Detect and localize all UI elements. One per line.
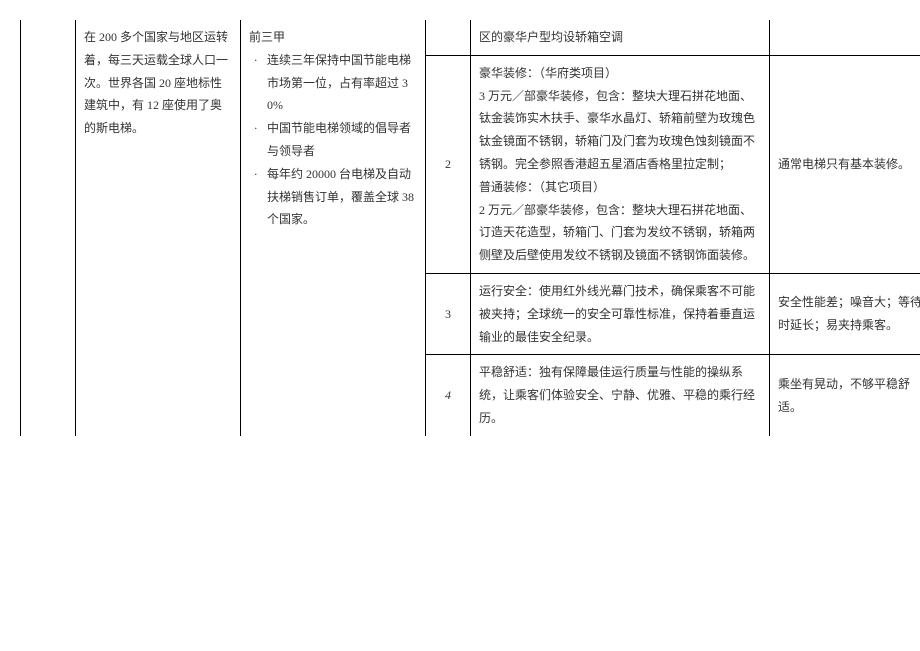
- cell-note: 安全性能差；噪音大；等待时延长；易夹持乘客。: [770, 273, 920, 354]
- bullets-intro: 前三甲: [249, 30, 285, 44]
- cell-num: [426, 20, 471, 55]
- cell-feature: 豪华装修：（华府类项目）3 万元／部豪华装修，包含：整块大理石拼花地面、钛金装饰…: [471, 55, 770, 273]
- bullet-item: 连续三年保持中国节能电梯市场第一位，占有率超过 30%: [249, 49, 417, 117]
- bullet-item: 每年约 20000 台电梯及自动扶梯销售订单，覆盖全球 38 个国家。: [249, 163, 417, 231]
- cell-note: 通常电梯只有基本装修。: [770, 55, 920, 273]
- cell-note: [770, 20, 920, 55]
- cell-num: 2: [426, 55, 471, 273]
- cell-feature: 区的豪华户型均设轿箱空调: [471, 20, 770, 55]
- cell-note: 乘坐有晃动，不够平稳舒适。: [770, 355, 920, 436]
- table-row: 在 200 多个国家与地区运转着，每三天运载全球人口一次。世界各国 20 座地标…: [21, 20, 920, 55]
- document-page: 在 200 多个国家与地区运转着，每三天运载全球人口一次。世界各国 20 座地标…: [20, 20, 900, 436]
- cell-left-desc: 在 200 多个国家与地区运转着，每三天运载全球人口一次。世界各国 20 座地标…: [76, 20, 241, 436]
- cell-feature: 运行安全：使用红外线光幕门技术，确保乘客不可能被夹持；全球统一的安全可靠性标准，…: [471, 273, 770, 354]
- cell-feature: 平稳舒适：独有保障最佳运行质量与性能的操纵系统，让乘客们体验安全、宁静、优雅、平…: [471, 355, 770, 436]
- cell-left-bullets: 前三甲 连续三年保持中国节能电梯市场第一位，占有率超过 30% 中国节能电梯领域…: [241, 20, 426, 436]
- main-table: 在 200 多个国家与地区运转着，每三天运载全球人口一次。世界各国 20 座地标…: [20, 20, 920, 436]
- cell-blank-left: [21, 20, 76, 436]
- cell-num: 3: [426, 273, 471, 354]
- cell-num: 4: [426, 355, 471, 436]
- bullet-item: 中国节能电梯领域的倡导者与领导者: [249, 117, 417, 163]
